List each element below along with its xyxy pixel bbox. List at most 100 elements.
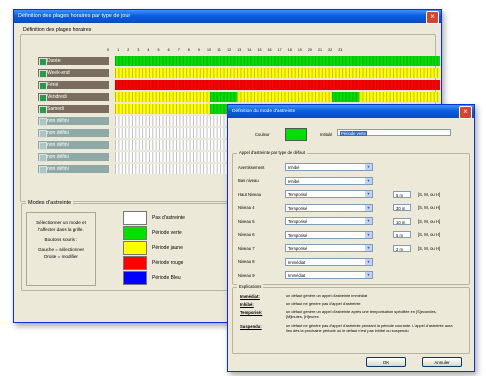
hour-label: 18 [287,48,292,52]
default-mode-select[interactable]: Inhibé ▾ [285,176,373,185]
hour-label: 17 [277,48,282,52]
explain-group-label: Explications [237,284,264,289]
legend-swatch[interactable] [123,271,147,285]
delay-input[interactable]: 5 m [393,190,411,198]
legend-swatch[interactable] [123,226,147,240]
delay-input[interactable]: 30 m [393,204,411,211]
delay-input[interactable]: 2 m [393,244,411,252]
default-mode-select[interactable]: Temporisé ▾ [285,230,373,239]
explanation-term: Suspendu: [240,324,262,329]
hour-label: 14 [247,48,252,52]
day-row: non défini [38,128,109,138]
day-icon [39,106,47,114]
hour-label: 3 [137,48,140,52]
default-mode-select[interactable]: Immédiat ▾ [285,257,373,266]
day-label-text: non défini [47,166,69,172]
day-label[interactable]: Durée [38,57,109,66]
hour-label: 5 [157,48,160,52]
chevron-down-icon[interactable]: ▾ [365,218,372,224]
hour-label: 21 [318,48,323,52]
intitule-input[interactable]: Période verte [337,129,451,136]
intitule-label: Intitulé [320,132,333,137]
explanation-text: un défaut génère un appel d'astreinte ap… [286,309,437,319]
legend-item[interactable]: Période verte [123,226,182,240]
default-type-label: Bas niveau [238,178,259,183]
schedule-grid-row[interactable] [115,92,440,102]
day-label[interactable]: non défini [38,153,109,162]
default-mode-select[interactable]: Immédiat ▾ [285,271,373,279]
day-label[interactable]: non défini [38,165,109,174]
chevron-down-icon[interactable]: ▾ [365,177,372,184]
default-mode-select[interactable]: Temporisé ▾ [285,217,373,225]
chevron-down-icon[interactable]: ▾ [365,191,372,197]
day-icon [39,94,47,102]
legend-item[interactable]: Période rouge [123,256,183,270]
chevron-down-icon[interactable]: ▾ [365,204,372,211]
day-label[interactable]: Week-end [38,69,109,78]
delay-unit-label: [S, M, ou H] [418,205,441,210]
legend-item[interactable]: Période Bleu [123,271,181,285]
hour-label: 4 [147,48,150,52]
explanation-text: un défaut génère un appel d'astreinte im… [286,293,368,298]
grid-lines [115,68,440,78]
day-label-text: Durée [47,58,61,64]
chevron-down-icon[interactable]: ▾ [365,258,372,265]
hour-label: 7 [177,48,180,52]
chevron-down-icon[interactable]: ▾ [365,231,372,238]
grid-lines [115,92,440,102]
dialog-close-icon[interactable]: × [459,106,472,119]
default-type-label: Niveau 9 [238,272,255,278]
hour-label: 16 [267,48,272,52]
chevron-down-icon[interactable]: ▾ [365,245,372,251]
default-mode-select[interactable]: Inhibé ▾ [285,163,373,171]
delay-input[interactable]: 10 m [393,217,411,225]
default-mode-select[interactable]: Temporisé ▾ [285,190,373,198]
default-type-label: Niveau 7 [238,245,255,251]
delay-input[interactable]: 5 m [393,231,411,238]
default-mode-value: Inhibé [288,165,300,170]
legend-label: Pas d'astreinte [152,215,185,221]
main-title-bar[interactable]: Définition des plages horaires par type … [14,10,441,24]
default-mode-value: Inhibé [288,178,300,184]
explanation-term: Inhibé: [240,302,254,307]
day-label-text: Vendredi [47,94,67,100]
default-mode-select[interactable]: Temporisé ▾ [285,244,373,252]
legend-swatch[interactable] [123,256,147,270]
legend-item[interactable]: Pas d'astreinte [123,211,185,225]
day-label[interactable]: non défini [38,117,109,126]
hour-label: 8 [187,48,190,52]
day-label[interactable]: Samedi [38,105,109,114]
day-icon [39,154,47,162]
schedule-grid-row[interactable] [115,56,440,66]
day-label[interactable]: Férié [38,81,109,90]
day-label[interactable]: non défini [38,141,109,150]
color-swatch[interactable] [285,128,307,141]
delay-unit-label: [S, M, ou H] [418,218,441,224]
day-label[interactable]: non défini [38,129,109,138]
legend-swatch[interactable] [123,211,147,225]
close-icon[interactable]: × [426,11,439,24]
schedule-grid-row[interactable] [115,68,440,78]
default-type-label: Niveau 4 [238,205,255,210]
ok-button[interactable]: OK [366,357,406,367]
day-label[interactable]: Vendredi [38,93,109,102]
dialog-title-bar[interactable]: Définition du mode d'astreinte × [228,105,474,119]
couleur-label: Couleur [255,132,270,137]
day-icon [39,142,47,150]
day-label-text: Week-end [47,70,70,76]
legend-item[interactable]: Période jaune [123,241,183,255]
hour-label: 19 [297,48,302,52]
cancel-button[interactable]: Annuler [422,357,462,367]
day-label-text: non défini [47,130,69,136]
day-label-text: non défini [47,118,69,124]
schedule-grid-row[interactable] [115,80,440,90]
grid-lines [115,56,440,66]
dialog-title: Définition du mode d'astreinte [232,109,296,114]
default-mode-select[interactable]: Temporisé ▾ [285,203,373,212]
chevron-down-icon[interactable]: ▾ [365,272,372,278]
chevron-down-icon[interactable]: ▾ [365,164,372,170]
hour-label: 2 [127,48,130,52]
day-row: Durée [38,56,109,66]
legend-label: Période Bleu [152,275,181,281]
legend-swatch[interactable] [123,241,147,255]
